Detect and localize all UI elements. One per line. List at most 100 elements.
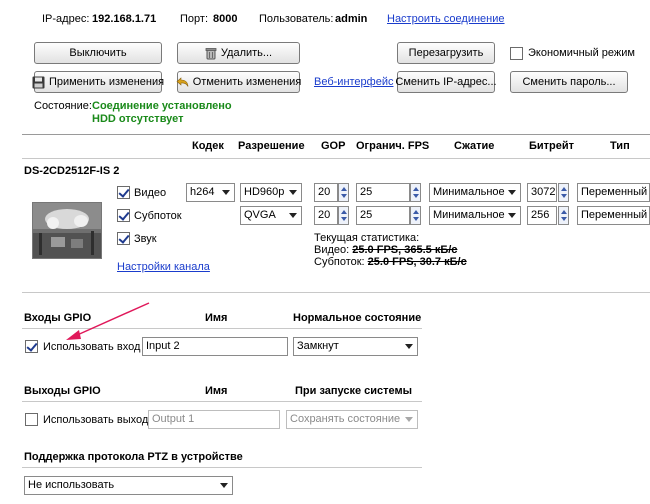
video-type-select[interactable]: Переменный (577, 183, 650, 202)
use-input-checkbox[interactable] (25, 340, 38, 353)
ip-label: IP-адрес: (42, 13, 90, 25)
change-ip-label: Сменить IP-адрес... (395, 76, 497, 88)
setup-connection-link[interactable]: Настроить соединение (387, 13, 505, 25)
chevron-down-icon (508, 190, 516, 195)
reboot-label: Перезагрузить (408, 47, 484, 59)
substream-compression-value: Минимальное (433, 209, 505, 221)
gpio-inputs-name-header: Имя (205, 312, 228, 324)
use-output-checkbox[interactable] (25, 413, 38, 426)
substream-type-value: Переменный (581, 209, 648, 221)
substream-resolution-value: QVGA (244, 209, 276, 221)
divider (22, 328, 422, 329)
audio-checkbox[interactable] (117, 232, 130, 245)
eco-mode-checkbox[interactable] (510, 47, 523, 60)
video-resolution-select[interactable]: HD960p (240, 183, 302, 202)
change-password-button[interactable]: Сменить пароль... (510, 71, 628, 93)
camera-preview-thumbnail (32, 202, 102, 259)
gpio-outputs-name-header: Имя (205, 385, 228, 397)
delete-button[interactable]: Удалить... (177, 42, 300, 64)
video-bitrate-input[interactable]: 3072 (527, 183, 557, 202)
chevron-down-icon (405, 344, 413, 349)
gpio-inputs-state-header: Нормальное состояние (293, 312, 422, 324)
trash-icon (205, 47, 217, 59)
divider (22, 292, 650, 293)
chevron-down-icon (222, 190, 230, 195)
output-name-field[interactable]: Output 1 (148, 410, 280, 429)
video-type-value: Переменный (581, 186, 648, 198)
hdd-status: HDD отсутствует (92, 113, 184, 125)
divider (22, 134, 650, 135)
save-icon (32, 76, 45, 88)
stats-video: Видео: 25.0 FPS, 365.5 кБ/с (314, 244, 457, 256)
compression-header: Сжатие (454, 140, 495, 152)
divider (22, 158, 650, 159)
change-ip-button[interactable]: Сменить IP-адрес... (395, 71, 497, 93)
chevron-down-icon (508, 213, 516, 218)
substream-type-select[interactable]: Переменный (577, 206, 650, 225)
revert-changes-label: Отменить изменения (192, 76, 302, 88)
bitrate-header: Битрейт (529, 140, 575, 152)
camera-name: DS-2CD2512F-IS 2 (24, 165, 120, 177)
video-gop-input[interactable]: 20 (314, 183, 338, 202)
connection-status: Соединение установлено (92, 100, 232, 112)
video-compression-select[interactable]: Минимальное (429, 183, 521, 202)
video-checkbox[interactable] (117, 186, 130, 199)
video-gop-spinner[interactable] (338, 183, 349, 202)
substream-compression-select[interactable]: Минимальное (429, 206, 521, 225)
output-startup-select[interactable]: Сохранять состояние (286, 410, 418, 429)
chevron-down-icon (289, 190, 297, 195)
gpio-outputs-startup-header: При запуске системы (295, 385, 413, 397)
ptz-protocol-select[interactable]: Не использовать (24, 476, 233, 495)
gpio-outputs-title: Выходы GPIO (24, 385, 101, 397)
chevron-down-icon (405, 417, 413, 422)
video-codec-value: h264 (190, 186, 215, 198)
stats-title: Текущая статистика: (314, 232, 420, 244)
input-name-field[interactable]: Input 2 (142, 337, 288, 356)
video-bitrate-spinner[interactable] (558, 183, 569, 202)
user-value: admin (335, 13, 368, 25)
substream-label: Субпоток (134, 210, 182, 222)
apply-changes-label: Применить изменения (48, 76, 165, 88)
power-off-button[interactable]: Выключить (34, 42, 162, 64)
substream-bitrate-spinner[interactable] (558, 206, 569, 225)
substream-gop-input[interactable]: 20 (314, 206, 338, 225)
stats-substream-label: Субпоток: (314, 256, 365, 268)
eco-mode-label: Экономичный режим (528, 47, 635, 59)
power-off-label: Выключить (69, 47, 127, 59)
revert-changes-button[interactable]: Отменить изменения (176, 71, 302, 93)
delete-label: Удалить... (220, 47, 273, 59)
substream-bitrate-input[interactable]: 256 (527, 206, 557, 225)
video-fps-spinner[interactable] (410, 183, 421, 202)
ip-value: 192.168.1.71 (92, 13, 157, 25)
reboot-button[interactable]: Перезагрузить (397, 42, 495, 64)
video-label: Видео (134, 187, 167, 199)
web-interface-link[interactable]: Веб-интерфейс (314, 76, 393, 88)
divider (22, 467, 422, 468)
chevron-down-icon (220, 483, 228, 488)
ptz-protocol-value: Не использовать (28, 479, 115, 491)
fps-limit-header: Огранич. FPS (356, 140, 430, 152)
substream-fps-input[interactable]: 25 (356, 206, 410, 225)
channel-settings-link[interactable]: Настройки канала (117, 261, 210, 273)
user-label: Пользователь: (259, 13, 334, 25)
apply-changes-button[interactable]: Применить изменения (32, 71, 165, 93)
stats-video-value: 25.0 FPS, 365.5 кБ/с (352, 244, 458, 256)
ptz-title: Поддержка протокола PTZ в устройстве (24, 451, 243, 463)
video-fps-input[interactable]: 25 (356, 183, 410, 202)
substream-checkbox[interactable] (117, 209, 130, 222)
use-input-label: Использовать вход (43, 341, 141, 353)
resolution-header: Разрешение (238, 140, 305, 152)
stats-video-label: Видео: (314, 244, 350, 256)
video-codec-select[interactable]: h264 (186, 183, 235, 202)
substream-fps-spinner[interactable] (410, 206, 421, 225)
input-state-select[interactable]: Замкнут (293, 337, 418, 356)
port-label: Порт: (180, 13, 208, 25)
substream-resolution-select[interactable]: QVGA (240, 206, 302, 225)
change-password-label: Сменить пароль... (522, 76, 616, 88)
gop-header: GOP (321, 140, 346, 152)
substream-gop-spinner[interactable] (338, 206, 349, 225)
type-header: Тип (610, 140, 630, 152)
stats-substream-value: 25.0 FPS, 30.7 кБ/с (367, 256, 467, 268)
video-compression-value: Минимальное (433, 186, 505, 198)
status-label: Состояние: (34, 100, 92, 112)
